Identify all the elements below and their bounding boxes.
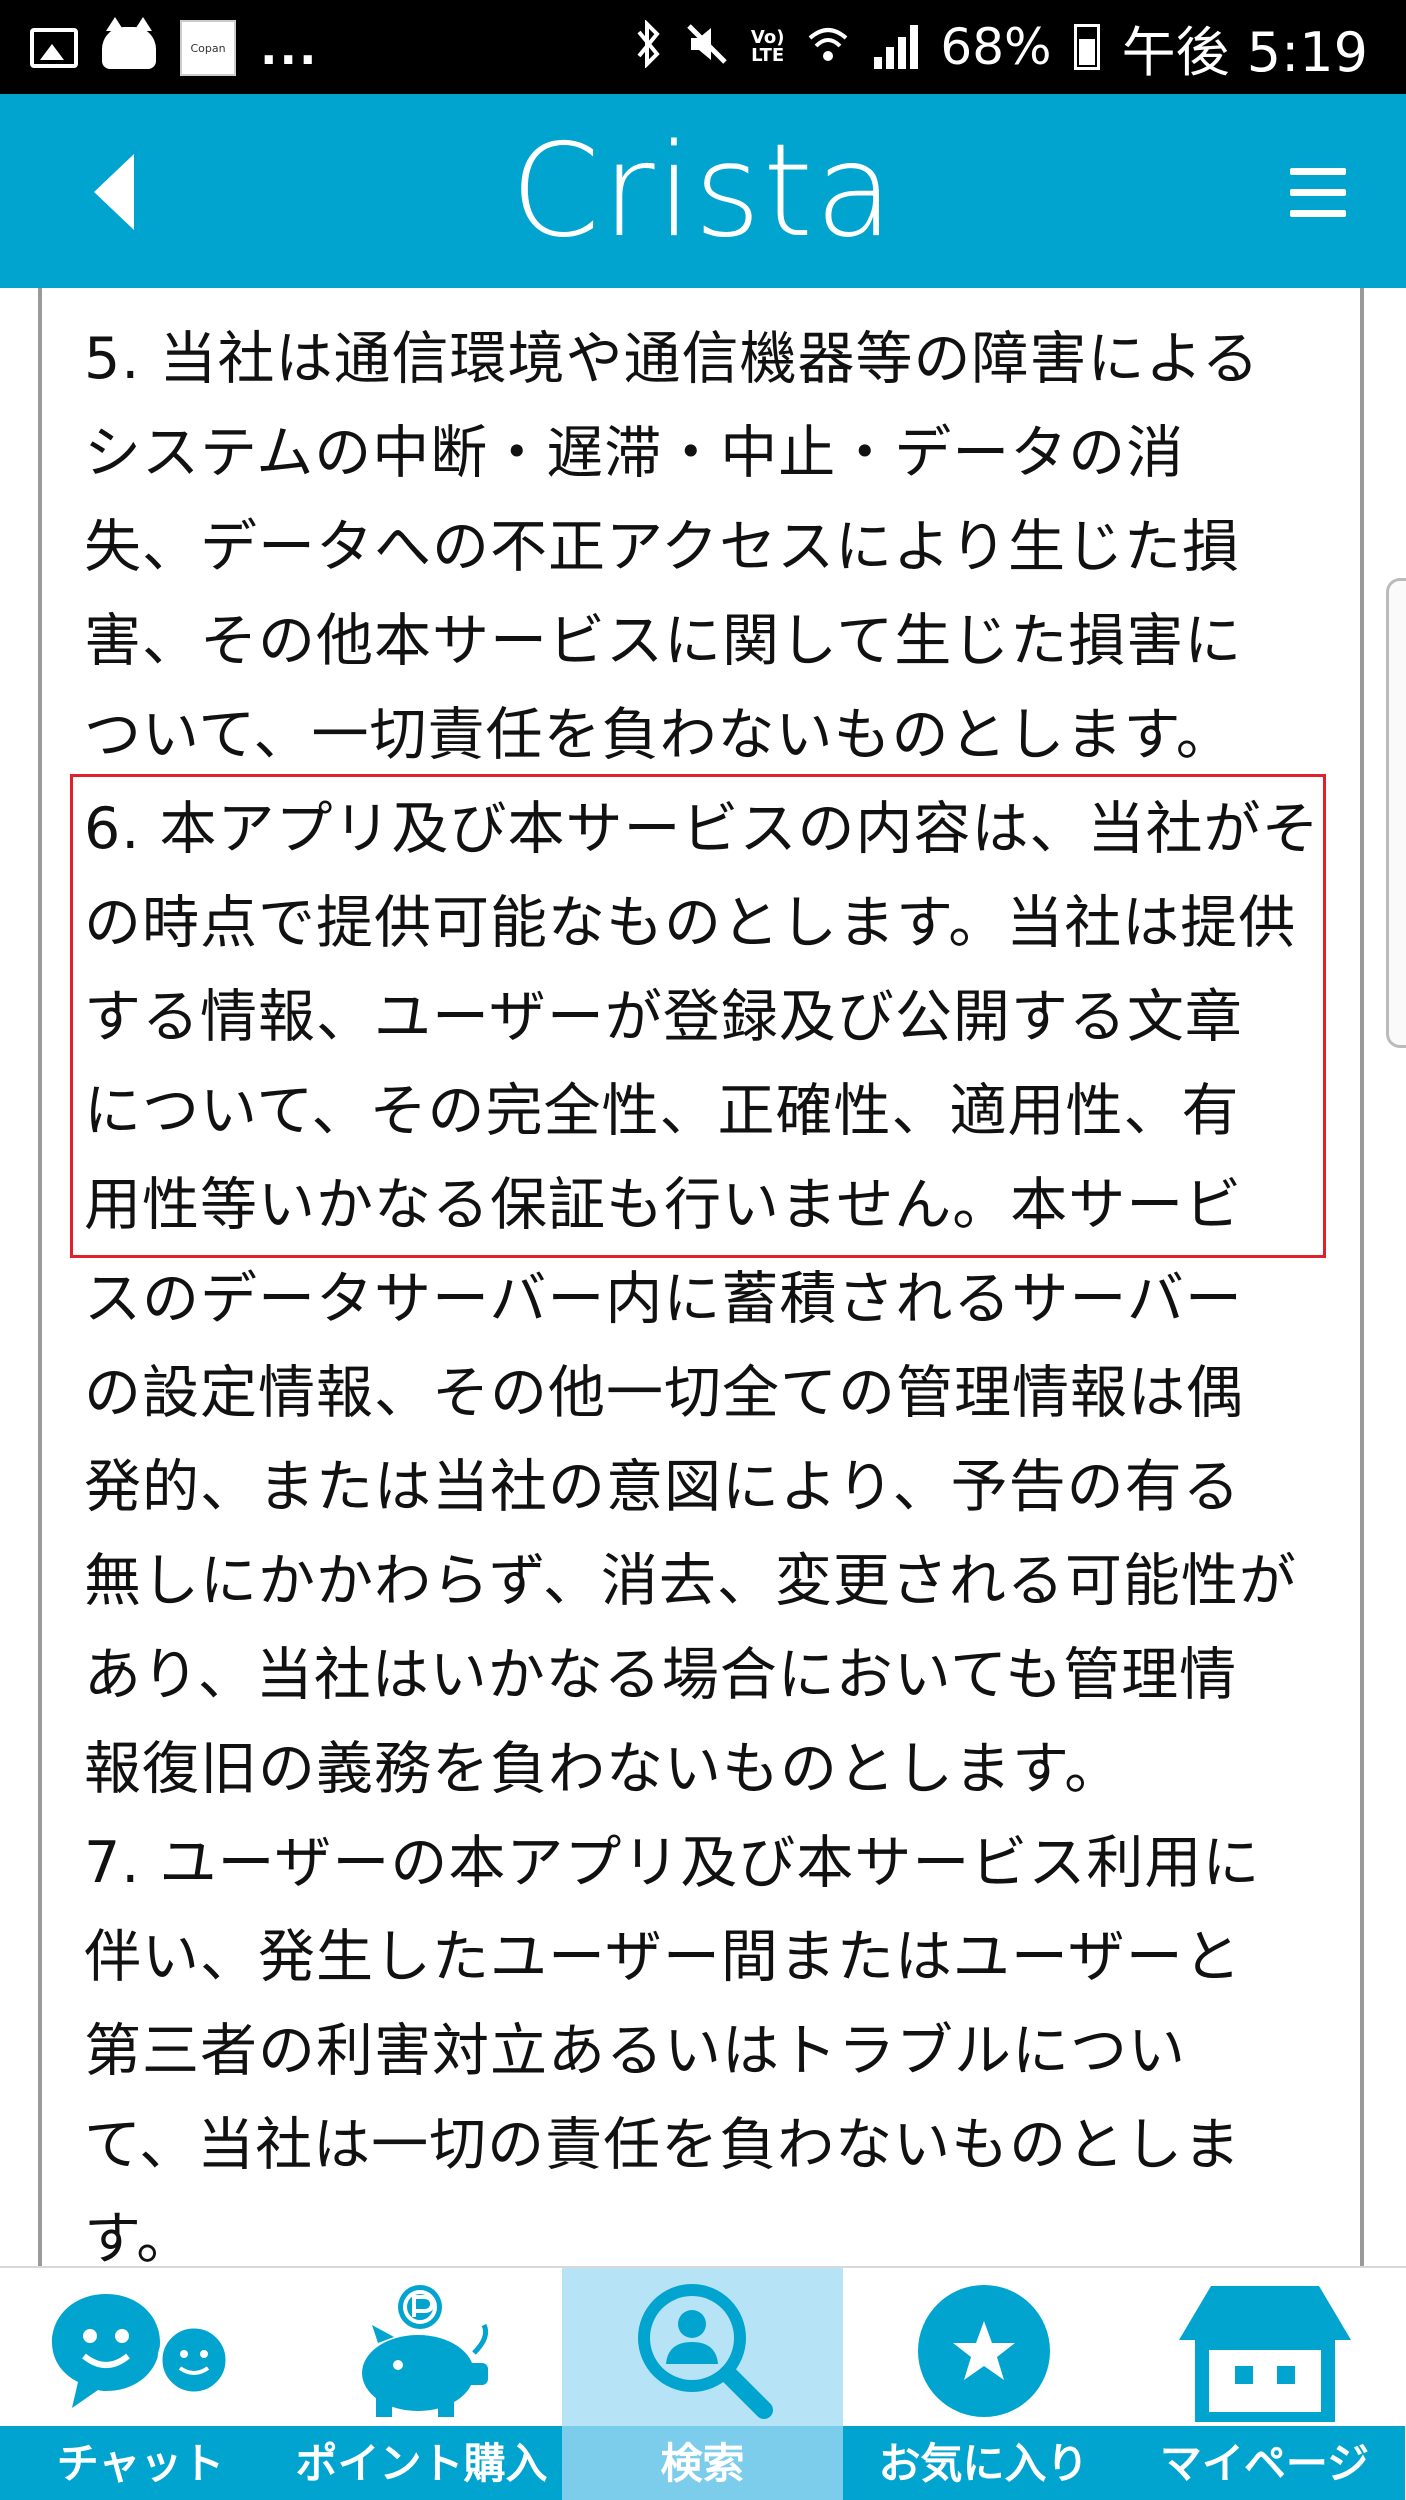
app-header: Crista xyxy=(0,94,1406,288)
bottom-nav: チャット ポイント購入 検索 お気に入り マイページ xyxy=(0,2266,1406,2500)
nav-chat[interactable]: チャット xyxy=(0,2268,281,2500)
terms-line: 失、データへの不正アクセスにより生じた損 xyxy=(84,514,1241,580)
terms-line: 伴い、発生したユーザー間またはユーザーと xyxy=(84,1924,1242,1990)
app-title: Crista xyxy=(510,117,896,266)
nav-favorites-label: お気に入り xyxy=(843,2426,1124,2500)
nav-point-purchase[interactable]: ポイント購入 xyxy=(281,2268,562,2500)
terms-line: ついて、一切責任を負わないものとします。 xyxy=(84,702,1234,768)
nav-point-purchase-label: ポイント購入 xyxy=(281,2426,562,2500)
terms-line: 報復旧の義務を負わないものとします。 xyxy=(84,1736,1123,1802)
terms-text: ものとします。 5. 当社は通信環境や通信機器等の障害による システムの中断・遅… xyxy=(84,288,1319,2266)
nav-mypage-label: マイページ xyxy=(1124,2426,1405,2500)
hamburger-menu-icon[interactable] xyxy=(1290,168,1346,218)
status-bar: Copan ... Vo) LTE 68% 午後 5:19 xyxy=(0,0,1406,94)
signal-icon xyxy=(872,25,919,69)
nav-search[interactable]: 検索 xyxy=(562,2268,843,2500)
house-icon xyxy=(1124,2276,1405,2426)
highlight-box xyxy=(70,774,1326,1258)
terms-line: スのデータサーバー内に蓄積されるサーバー xyxy=(84,1266,1243,1332)
terms-line: 無しにかかわらず、消去、変更される可能性が xyxy=(84,1548,1297,1614)
nav-favorites[interactable]: お気に入り xyxy=(843,2268,1124,2500)
terms-line: 5. 当社は通信環境や通信機器等の障害による xyxy=(84,326,1260,392)
terms-line: 第三者の利害対立あるいはトラブルについ xyxy=(84,2018,1186,2084)
terms-line: 害、その他本サービスに関して生じた損害に xyxy=(84,608,1243,674)
battery-icon xyxy=(1073,24,1100,70)
copan-icon: Copan xyxy=(180,20,236,76)
nav-chat-label: チャット xyxy=(0,2426,281,2500)
terms-line: て、当社は一切の責任を負わないものとしま xyxy=(84,2112,1242,2178)
star-icon xyxy=(843,2276,1124,2426)
piggy-bank-icon xyxy=(281,2276,562,2426)
terms-line: 7. ユーザーの本アプリ及び本サービス利用に xyxy=(84,1830,1261,1896)
more-notifications: ... xyxy=(260,21,319,75)
chat-bubbles-icon xyxy=(0,2276,281,2426)
cat-icon xyxy=(102,17,156,69)
volte-bottom-label: LTE xyxy=(751,45,785,66)
clock: 午後 5:19 xyxy=(1121,20,1368,84)
nav-mypage[interactable]: マイページ xyxy=(1124,2268,1405,2500)
copan-icon-text: Copan xyxy=(190,41,226,55)
image-icon xyxy=(30,28,78,68)
wifi-icon xyxy=(806,22,850,73)
terms-line: の設定情報、その他一切全ての管理情報は偶 xyxy=(84,1360,1244,1426)
scroll-handle[interactable] xyxy=(1386,578,1406,1048)
search-user-icon xyxy=(562,2276,843,2426)
terms-line: システムの中断・遅滞・中止・データの消 xyxy=(84,420,1185,486)
terms-line-partial: ものとします。 xyxy=(84,288,1314,312)
battery-percent: 68% xyxy=(940,18,1052,76)
mute-icon xyxy=(685,22,729,73)
nav-search-label: 検索 xyxy=(562,2426,843,2500)
terms-line: あり、当社はいかなる場合においても管理情 xyxy=(84,1642,1238,1708)
bluetooth-icon xyxy=(633,18,663,75)
notification-icons: Copan ... xyxy=(30,17,319,78)
system-icons: Vo) LTE 68% 午後 5:19 xyxy=(633,12,1368,84)
terms-content[interactable]: ものとします。 5. 当社は通信環境や通信機器等の障害による システムの中断・遅… xyxy=(0,288,1406,2266)
terms-line: す。 xyxy=(84,2206,195,2266)
volte-icon: Vo) LTE xyxy=(751,29,785,65)
terms-line: 発的、または当社の意図により、予告の有る xyxy=(84,1454,1241,1520)
